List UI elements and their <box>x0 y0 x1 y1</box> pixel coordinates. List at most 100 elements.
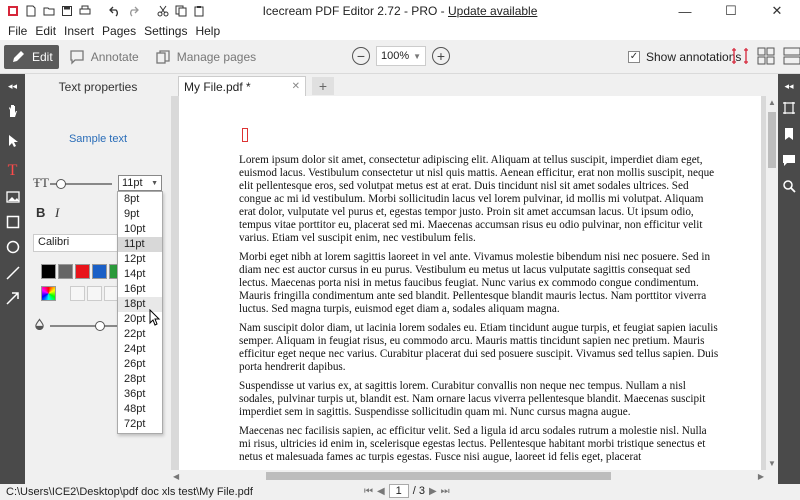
collapse-panel-icon[interactable]: ◂◂ <box>2 76 23 97</box>
font-size-option[interactable]: 72pt <box>118 417 162 432</box>
cut-icon[interactable] <box>156 4 170 18</box>
vertical-scrollbar[interactable]: ▲ ▼ <box>766 96 778 470</box>
rectangle-tool-icon[interactable] <box>2 211 23 232</box>
comments-icon[interactable] <box>781 152 797 168</box>
bookmark-icon[interactable] <box>781 126 797 142</box>
paragraph[interactable]: Nam suscipit dolor diam, ut lacinia lore… <box>239 322 719 374</box>
color-swatch-red[interactable] <box>75 264 90 279</box>
hand-tool-icon[interactable] <box>2 100 23 121</box>
new-tab-button[interactable]: + <box>312 77 334 95</box>
update-available-link[interactable]: Update available <box>448 4 537 18</box>
font-size-option[interactable]: 8pt <box>118 192 162 207</box>
paragraph[interactable]: Maecenas nec facilisis sapien, ac effici… <box>239 425 719 464</box>
zoom-value: 100% <box>381 50 410 62</box>
font-size-slider-knob[interactable] <box>56 179 66 189</box>
show-annotations-checkbox[interactable]: ✓ <box>628 51 640 63</box>
redo-icon[interactable] <box>126 4 140 18</box>
scroll-down-icon[interactable]: ▼ <box>768 459 776 468</box>
prev-page-icon[interactable]: ◀ <box>377 486 385 497</box>
font-size-option[interactable]: 12pt <box>118 252 162 267</box>
pdf-page[interactable]: Lorem ipsum dolor sit amet, consectetur … <box>179 96 761 470</box>
single-page-view-icon[interactable] <box>730 46 750 66</box>
color-swatch-gray[interactable] <box>58 264 73 279</box>
opacity-slider-track[interactable] <box>50 325 122 327</box>
paste-icon[interactable] <box>192 4 206 18</box>
open-folder-icon[interactable] <box>42 4 56 18</box>
paragraph[interactable]: Lorem ipsum dolor sit amet, consectetur … <box>239 154 719 245</box>
manage-pages-button[interactable]: Manage pages <box>149 45 262 69</box>
undo-icon[interactable] <box>108 4 122 18</box>
search-icon[interactable] <box>781 178 797 194</box>
expand-sidebar-icon[interactable]: ◂◂ <box>781 78 797 94</box>
font-size-option[interactable]: 48pt <box>118 402 162 417</box>
font-size-option[interactable]: 10pt <box>118 222 162 237</box>
edit-mode-button[interactable]: Edit <box>4 44 59 69</box>
show-annotations-label: Show annotations <box>646 50 742 64</box>
menu-settings[interactable]: Settings <box>140 24 191 38</box>
font-size-option[interactable]: 22pt <box>118 327 162 342</box>
copy-icon[interactable] <box>174 4 188 18</box>
next-page-icon[interactable]: ▶ <box>429 486 437 497</box>
menu-edit[interactable]: Edit <box>31 24 60 38</box>
font-size-option[interactable]: 28pt <box>118 372 162 387</box>
save-icon[interactable] <box>60 4 74 18</box>
new-file-icon[interactable] <box>24 4 38 18</box>
font-size-option[interactable]: 36pt <box>118 387 162 402</box>
current-page-field[interactable]: 1 <box>388 484 409 498</box>
document-tab[interactable]: My File.pdf * ✕ <box>178 76 306 96</box>
font-size-option[interactable]: 16pt <box>118 282 162 297</box>
horizontal-scrollbar[interactable]: ◀ ▶ <box>171 470 766 482</box>
opacity-slider-knob[interactable] <box>95 321 105 331</box>
show-annotations-toggle[interactable]: ✓ Show annotations <box>628 50 741 64</box>
two-page-view-icon[interactable] <box>756 46 776 66</box>
line-tool-icon[interactable] <box>2 262 23 283</box>
ellipse-tool-icon[interactable] <box>2 236 23 257</box>
first-page-icon[interactable]: ⏮ <box>364 486 373 497</box>
scroll-right-icon[interactable]: ▶ <box>758 472 764 481</box>
close-icon[interactable]: ✕ <box>754 0 800 22</box>
font-name-field[interactable]: Calibri <box>33 234 119 252</box>
paragraph[interactable]: Morbi eget nibh at lorem sagittis laoree… <box>239 251 719 316</box>
continuous-view-icon[interactable] <box>782 46 800 66</box>
italic-button[interactable]: I <box>55 205 59 221</box>
text-tool-icon[interactable]: T <box>2 160 23 181</box>
menu-help[interactable]: Help <box>191 24 224 38</box>
tab-close-icon[interactable]: ✕ <box>292 81 300 92</box>
custom-swatch-empty[interactable] <box>70 286 85 301</box>
font-size-option[interactable]: 14pt <box>118 267 162 282</box>
font-size-option-selected[interactable]: 11pt <box>118 237 162 252</box>
minimize-icon[interactable]: — <box>662 0 708 22</box>
menu-insert[interactable]: Insert <box>60 24 98 38</box>
font-size-option[interactable]: 24pt <box>118 342 162 357</box>
page-navigator: ⏮ ◀ 1 / 3 ▶ ⏭ <box>364 484 450 498</box>
color-picker-icon[interactable] <box>41 286 56 301</box>
print-icon[interactable] <box>78 4 92 18</box>
font-size-select[interactable]: 11pt ▼ <box>118 175 162 191</box>
zoom-select[interactable]: 100% ▼ <box>376 46 426 66</box>
scroll-left-icon[interactable]: ◀ <box>173 472 179 481</box>
page-text-block[interactable]: Lorem ipsum dolor sit amet, consectetur … <box>239 154 719 470</box>
zoom-out-button[interactable]: − <box>352 47 370 65</box>
custom-color-row <box>41 286 119 301</box>
vertical-scroll-thumb[interactable] <box>768 112 776 168</box>
menu-pages[interactable]: Pages <box>98 24 140 38</box>
last-page-icon[interactable]: ⏭ <box>441 486 450 497</box>
image-tool-icon[interactable] <box>2 186 23 207</box>
arrow-tool-icon[interactable] <box>2 287 23 308</box>
document-tab-bar: My File.pdf * ✕ + <box>171 74 778 96</box>
horizontal-scroll-thumb[interactable] <box>266 472 611 480</box>
custom-swatch-empty[interactable] <box>87 286 102 301</box>
page-fit-icon[interactable] <box>781 100 797 116</box>
font-size-option[interactable]: 26pt <box>118 357 162 372</box>
zoom-in-button[interactable]: + <box>432 47 450 65</box>
color-swatch-blue[interactable] <box>92 264 107 279</box>
maximize-icon[interactable]: ☐ <box>708 0 754 22</box>
menu-file[interactable]: File <box>4 24 31 38</box>
bold-button[interactable]: B <box>36 205 45 220</box>
annotate-mode-button[interactable]: Annotate <box>63 45 145 69</box>
paragraph[interactable]: Suspendisse ut varius ex, at sagittis lo… <box>239 380 719 419</box>
select-tool-icon[interactable] <box>2 130 23 151</box>
color-swatch-black[interactable] <box>41 264 56 279</box>
font-size-option[interactable]: 9pt <box>118 207 162 222</box>
scroll-up-icon[interactable]: ▲ <box>768 98 776 107</box>
